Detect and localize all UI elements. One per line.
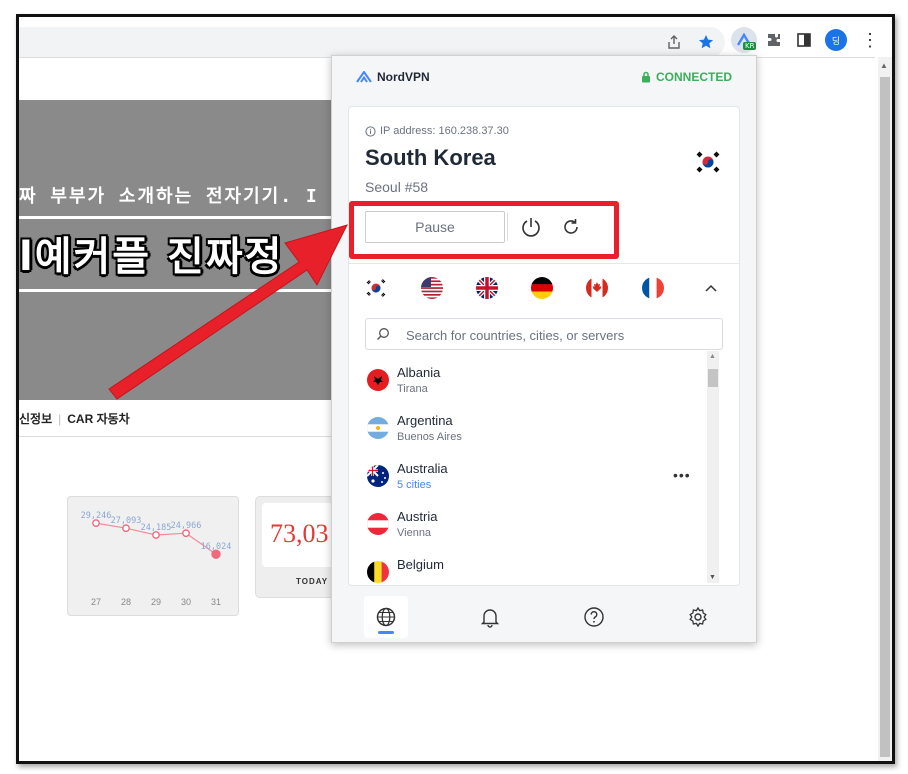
france-flag-icon[interactable] bbox=[642, 277, 664, 299]
korea-flag-icon[interactable] bbox=[365, 277, 387, 299]
category-link[interactable]: 신정보 bbox=[19, 412, 52, 426]
divider bbox=[349, 263, 739, 264]
popup-bottom-nav bbox=[332, 592, 756, 642]
scroll-down-arrow[interactable]: ▼ bbox=[709, 574, 716, 581]
country-name: Albania bbox=[397, 365, 441, 380]
belgium-flag-icon bbox=[367, 561, 389, 583]
x-tick-label: 30 bbox=[181, 597, 191, 607]
data-label: 29,246 bbox=[81, 511, 112, 521]
data-label: 24,966 bbox=[171, 521, 202, 531]
visitor-chart-card: 29,246 27 27,093 28 24,185 29 24,966 30 16,024 31 bbox=[67, 496, 239, 616]
today-visitor-count: 73,03 bbox=[270, 519, 329, 548]
list-item-belgium[interactable]: Belgium bbox=[365, 557, 705, 583]
banner-subtitle: 짜 부부가 소개하는 전자기기. I bbox=[19, 186, 319, 207]
banner-title: l예커플 진짜정 bbox=[19, 234, 284, 280]
page-scrollbar[interactable]: ▲ bbox=[878, 57, 892, 761]
highlight-box bbox=[349, 201, 619, 259]
germany-flag-icon[interactable] bbox=[531, 277, 553, 299]
globe-icon bbox=[376, 607, 396, 627]
usa-flag-icon[interactable] bbox=[421, 277, 443, 299]
active-tab-indicator bbox=[378, 631, 394, 634]
canada-flag-icon[interactable] bbox=[586, 277, 608, 299]
argentina-flag-icon bbox=[367, 417, 389, 439]
address-bar[interactable] bbox=[19, 27, 725, 57]
info-icon bbox=[365, 125, 376, 137]
side-panel-icon[interactable] bbox=[791, 27, 817, 53]
nordvpn-mountain-icon bbox=[356, 71, 372, 83]
x-tick-label: 29 bbox=[151, 597, 161, 607]
settings-icon bbox=[689, 606, 707, 628]
ip-address-text: IP address: 160.238.37.30 bbox=[380, 125, 509, 137]
country-name: Belgium bbox=[397, 557, 444, 572]
visitor-line-chart: 29,246 27 27,093 28 24,185 29 24,966 30 16,024 31 bbox=[81, 511, 232, 607]
category-link[interactable]: CAR 자동차 bbox=[67, 412, 129, 426]
country-list-scrollbar[interactable]: ▲ ▼ bbox=[707, 351, 719, 583]
browser-menu-icon[interactable]: ⋮ bbox=[857, 27, 883, 53]
bookmark-star-icon[interactable] bbox=[693, 29, 719, 55]
blog-banner: 짜 부부가 소개하는 전자기기. I l예커플 진짜정 bbox=[19, 100, 339, 400]
scroll-up-arrow[interactable]: ▲ bbox=[709, 353, 716, 360]
page-scroll-thumb[interactable] bbox=[880, 77, 890, 757]
nav-help-tab[interactable] bbox=[572, 596, 616, 638]
data-label: 16,024 bbox=[201, 542, 232, 552]
search-input[interactable] bbox=[404, 325, 708, 345]
browser-toolbar: KR 딩 ⋮ bbox=[19, 17, 892, 57]
screenshot-frame: KR 딩 ⋮ 짜 부부가 소개하는 전자기기. I l예커플 진짜정 신정보 | C… bbox=[16, 14, 895, 764]
country-city: Vienna bbox=[397, 527, 432, 539]
data-label: 24,185 bbox=[141, 523, 172, 533]
country-list-scroll-thumb[interactable] bbox=[708, 369, 718, 387]
country-list: Albania Tirana Argentina Buenos Aires Au… bbox=[365, 365, 705, 583]
nordvpn-popup: NordVPN CONNECTED IP address: 160.238.37… bbox=[331, 55, 757, 643]
nordvpn-extension-button[interactable]: KR bbox=[731, 27, 757, 53]
bell-icon bbox=[480, 609, 500, 628]
country-name: Australia bbox=[397, 461, 448, 476]
nav-separator: | bbox=[58, 412, 62, 426]
nav-notifications-tab[interactable] bbox=[468, 596, 512, 638]
share-icon[interactable] bbox=[661, 29, 687, 55]
status-text: CONNECTED bbox=[655, 70, 732, 84]
extension-country-badge: KR bbox=[743, 42, 757, 50]
list-item-argentina[interactable]: Argentina Buenos Aires bbox=[365, 413, 705, 461]
divider bbox=[19, 436, 339, 437]
ip-address: IP address: 160.238.37.30 bbox=[365, 125, 509, 137]
nav-settings-tab[interactable] bbox=[676, 596, 720, 638]
data-label: 27,093 bbox=[111, 516, 142, 526]
profile-initial: 딩 bbox=[825, 29, 847, 51]
brand-name: NordVPN bbox=[377, 70, 430, 84]
server-search[interactable] bbox=[365, 318, 723, 350]
blog-category-nav: 신정보 | CAR 자동차 bbox=[19, 410, 130, 427]
country-name: Austria bbox=[397, 509, 438, 524]
south-korea-flag-icon bbox=[695, 149, 721, 175]
albania-flag-icon bbox=[367, 369, 389, 391]
connected-server: Seoul #58 bbox=[365, 179, 429, 195]
nav-countries-tab[interactable] bbox=[364, 596, 408, 638]
lock-icon bbox=[641, 71, 650, 83]
extensions-puzzle-icon[interactable] bbox=[761, 27, 787, 53]
profile-avatar[interactable]: 딩 bbox=[823, 27, 849, 53]
list-item-australia[interactable]: Australia 5 cities ••• bbox=[365, 461, 705, 509]
austria-flag-icon bbox=[367, 513, 389, 535]
country-name: Argentina bbox=[397, 413, 453, 428]
x-tick-label: 28 bbox=[121, 597, 131, 607]
x-tick-label: 31 bbox=[211, 597, 221, 607]
country-cities-link[interactable]: 5 cities bbox=[397, 479, 431, 491]
today-label: TODAY bbox=[296, 577, 329, 586]
search-icon bbox=[377, 328, 389, 340]
popup-header: NordVPN CONNECTED bbox=[332, 56, 756, 100]
connection-panel: IP address: 160.238.37.30 South Korea Se… bbox=[348, 106, 740, 586]
country-city: Buenos Aires bbox=[397, 431, 462, 443]
australia-flag-icon bbox=[367, 465, 389, 487]
more-options-icon[interactable]: ••• bbox=[673, 467, 691, 483]
connected-country: South Korea bbox=[365, 145, 496, 170]
x-tick-label: 27 bbox=[91, 597, 101, 607]
country-city: Tirana bbox=[397, 383, 428, 395]
nordvpn-logo: NordVPN bbox=[356, 70, 430, 84]
help-icon bbox=[584, 607, 604, 627]
list-item-austria[interactable]: Austria Vienna bbox=[365, 509, 705, 557]
list-item-albania[interactable]: Albania Tirana bbox=[365, 365, 705, 413]
scroll-up-arrow[interactable]: ▲ bbox=[880, 61, 888, 70]
connection-status: CONNECTED bbox=[641, 70, 732, 84]
uk-flag-icon[interactable] bbox=[476, 277, 498, 299]
chevron-up-icon[interactable] bbox=[703, 281, 719, 297]
